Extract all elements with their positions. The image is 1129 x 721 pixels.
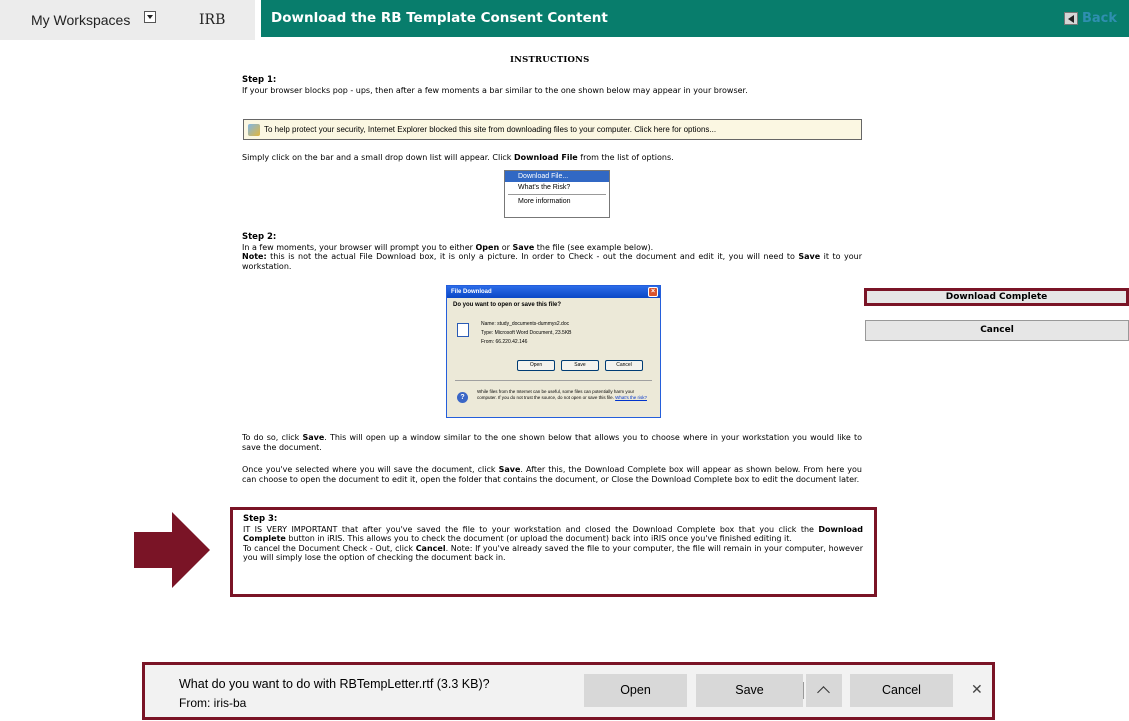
step2-note: Note: this is not the actual File Downlo… xyxy=(242,252,862,271)
step3-text-1: IT IS VERY IMPORTANT that after you've s… xyxy=(243,525,863,544)
step3-highlight-box: Step 3: IT IS VERY IMPORTANT that after … xyxy=(230,507,877,597)
back-label: Back xyxy=(1081,11,1117,26)
dialog-warning-text: While files from the Internet can be use… xyxy=(477,389,635,400)
dropdown-item-more-info: More information xyxy=(518,198,571,205)
step3-cancel-bold: Cancel xyxy=(415,543,446,553)
dialog-from-line: From: 66.220.42.146 xyxy=(481,339,528,345)
security-icon xyxy=(248,123,260,136)
step3-title: Step 3: xyxy=(243,514,278,524)
browser-download-bar: What do you want to do with RBTempLetter… xyxy=(142,662,995,720)
dialog-save-button: Save xyxy=(561,360,599,371)
dialog-title: File Download × xyxy=(447,286,660,298)
right-arrow-icon xyxy=(134,512,210,588)
step2-text: In a few moments, your browser will prom… xyxy=(242,243,862,253)
step3-text-a: IT IS VERY IMPORTANT that after you've s… xyxy=(243,524,819,534)
dialog-divider xyxy=(455,380,652,381)
download-save-button[interactable]: Save xyxy=(696,674,803,707)
my-workspaces-link[interactable]: My Workspaces xyxy=(31,12,130,28)
step1-block: Step 1: If your browser blocks pop - ups… xyxy=(242,75,862,95)
after1-save-bold: Save xyxy=(302,433,325,442)
page-title: Download the RB Template Consent Content xyxy=(271,10,608,26)
page-header: Download the RB Template Consent Content… xyxy=(261,0,1129,37)
chevron-up-icon[interactable] xyxy=(806,674,842,707)
click-bar-text: Simply click on the bar and a small drop… xyxy=(242,153,862,163)
dialog-cancel-button: Cancel xyxy=(605,360,643,371)
dialog-name-line: Name: study_documents-dummys2.doc xyxy=(481,321,570,327)
dialog-type-line: Type: Microsoft Word Document, 23.5KB xyxy=(481,330,572,336)
step1-title: Step 1: xyxy=(242,75,277,85)
close-icon[interactable]: ✕ xyxy=(971,682,983,698)
note-save-bold: Save xyxy=(798,252,821,261)
dialog-open-button: Open xyxy=(517,360,555,371)
step3-text-c: To cancel the Document Check - Out, clic… xyxy=(243,543,416,553)
after1-text-b: . This will open up a window similar to … xyxy=(242,433,862,452)
dialog-title-text: File Download xyxy=(451,289,492,295)
dialog-question: Do you want to open or save this file? xyxy=(453,302,562,308)
after2-save-bold: Save xyxy=(498,465,521,474)
note-text-a: this is not the actual File Download box… xyxy=(266,252,799,261)
download-question: What do you want to do with RBTempLetter… xyxy=(179,677,490,691)
step2-title: Step 2: xyxy=(242,232,277,242)
irb-label[interactable]: IRB xyxy=(199,12,225,28)
after1-text-a: To do so, click xyxy=(242,433,303,442)
close-icon: × xyxy=(648,287,658,297)
download-complete-button[interactable]: Download Complete xyxy=(864,288,1129,306)
cancel-button[interactable]: Cancel xyxy=(865,320,1129,341)
step1-text: If your browser blocks pop - ups, then a… xyxy=(242,85,748,95)
step3-block: Step 3: IT IS VERY IMPORTANT that after … xyxy=(243,514,863,563)
file-download-dialog-example: File Download × Do you want to open or s… xyxy=(446,285,661,418)
after-save-text: To do so, click Save. This will open up … xyxy=(242,433,862,452)
click-bar-text-a: Simply click on the bar and a small drop… xyxy=(242,153,514,162)
click-bar-text-b: from the list of options. xyxy=(577,153,674,162)
step2-save-bold: Save xyxy=(512,242,535,252)
save-divider xyxy=(803,682,804,699)
shield-question-icon: ? xyxy=(457,392,468,403)
ie-bar-text: To help protect your security, Internet … xyxy=(264,125,717,134)
step2-text-b: the file (see example below). xyxy=(534,242,654,252)
instructions-heading: INSTRUCTIONS xyxy=(510,55,590,65)
back-button[interactable]: Back xyxy=(1063,11,1117,26)
step2-or: or xyxy=(499,242,513,252)
step2-block: Step 2: In a few moments, your browser w… xyxy=(242,232,862,271)
dialog-risk-link: What's the risk? xyxy=(615,394,647,400)
chevron-down-icon[interactable] xyxy=(144,11,156,23)
step3-text-b: button in iRIS. This allows you to check… xyxy=(285,534,792,543)
download-open-button[interactable]: Open xyxy=(584,674,687,707)
download-cancel-button[interactable]: Cancel xyxy=(850,674,953,707)
dropdown-item-download-file: Download File... xyxy=(505,171,609,182)
step2-text-a: In a few moments, your browser will prom… xyxy=(242,242,476,252)
step3-text-2: To cancel the Document Check - Out, clic… xyxy=(243,544,863,563)
download-source: From: iris-ba xyxy=(179,696,247,710)
workspace-nav: My Workspaces IRB xyxy=(0,0,255,40)
dropdown-divider xyxy=(508,194,606,195)
after2-text-a: Once you've selected where you will save… xyxy=(242,465,499,474)
ie-security-bar[interactable]: To help protect your security, Internet … xyxy=(243,119,862,140)
back-arrow-icon xyxy=(1063,12,1078,25)
after-select-text: Once you've selected where you will save… xyxy=(242,465,862,484)
download-file-bold: Download File xyxy=(513,153,578,162)
dropdown-menu-example: Download File... What's the Risk? More i… xyxy=(504,170,610,218)
dialog-warning: While files from the Internet can be use… xyxy=(477,389,652,400)
note-label: Note: xyxy=(242,252,267,261)
word-document-icon xyxy=(457,323,469,337)
step2-open-bold: Open xyxy=(475,242,500,252)
dropdown-item-risk: What's the Risk? xyxy=(518,184,571,191)
